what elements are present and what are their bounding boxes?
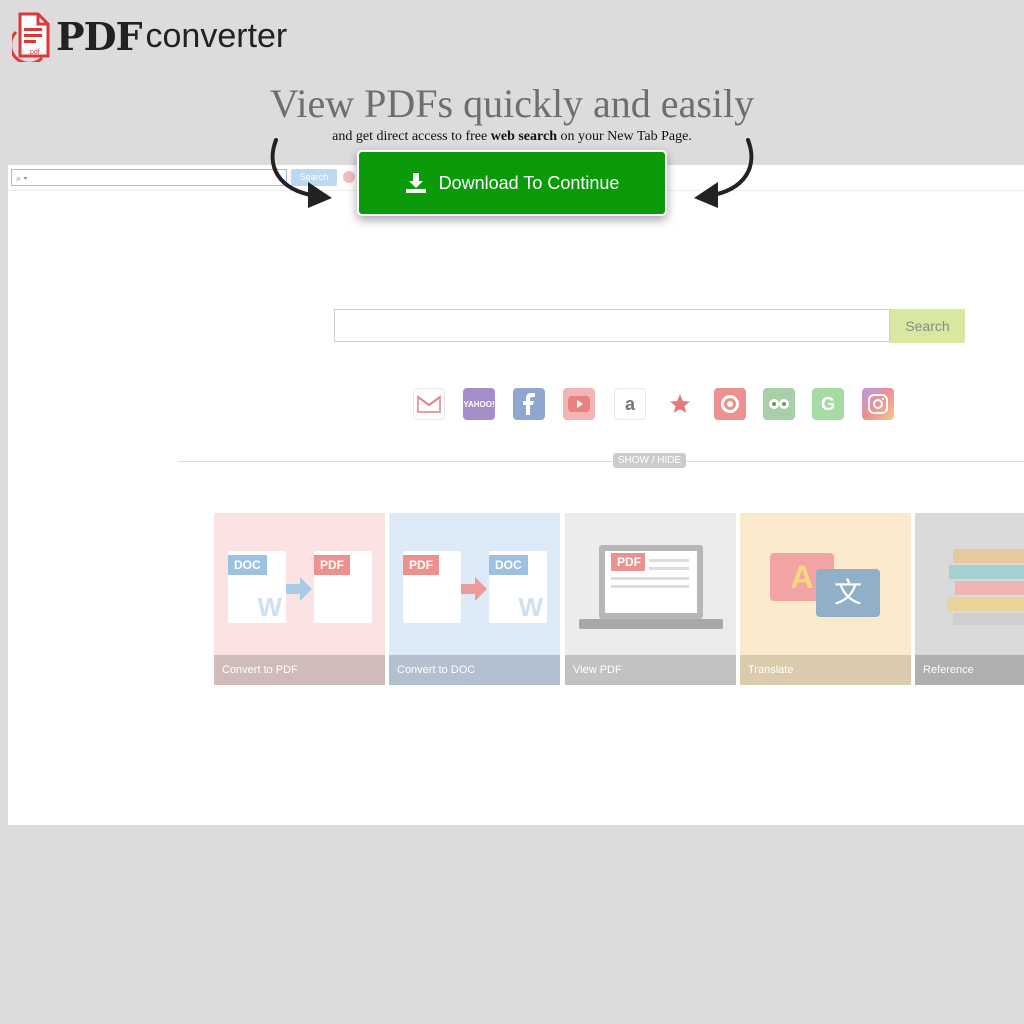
facebook-icon[interactable] — [513, 388, 545, 420]
pdf-tag: PDF — [617, 555, 641, 569]
subline-bold: web search — [490, 129, 557, 144]
browser-preview: ⌕ ▾ Search Search YAHOO! a G SHOW / HIDE… — [8, 165, 1024, 825]
instagram-icon[interactable] — [862, 388, 894, 420]
pdf-file-icon: PDF — [403, 551, 461, 623]
subline-post: on your New Tab Page. — [556, 129, 692, 144]
logo-converter-text: converter — [145, 16, 288, 55]
pdf-tag: PDF — [403, 555, 439, 575]
curved-arrow-left-icon — [270, 138, 332, 208]
pdf-tag: PDF — [314, 555, 350, 575]
download-to-continue-button[interactable]: Download To Continue — [357, 150, 667, 216]
pdf-document-icon: .pdf — [9, 10, 54, 65]
tile-convert-to-pdf[interactable]: DOC W PDF Convert to PDF — [214, 513, 385, 685]
doc-file-icon: DOC W — [489, 551, 547, 623]
word-letter: W — [518, 592, 543, 622]
tile-label: View PDF — [565, 655, 736, 685]
arrow-right-icon — [286, 577, 312, 601]
tile-reference[interactable]: Reference — [915, 513, 1024, 685]
toolbar-search-input[interactable]: ⌕ ▾ — [11, 169, 287, 186]
subline-pre: and get direct access to free — [332, 129, 491, 144]
logo: .pdf PDF converter — [9, 10, 288, 65]
doc-file-icon: DOC W — [228, 551, 286, 623]
download-button-label: Download To Continue — [438, 172, 620, 193]
subline: and get direct access to free web search… — [0, 129, 1024, 145]
tile-label: Convert to DOC — [389, 655, 560, 685]
svg-text:.pdf: .pdf — [28, 49, 40, 56]
grammarly-icon[interactable]: G — [812, 388, 844, 420]
laptop-icon — [579, 545, 723, 629]
download-icon — [405, 173, 426, 193]
youtube-icon[interactable] — [563, 388, 595, 420]
tripadvisor-icon[interactable] — [763, 388, 795, 420]
tile-convert-to-doc[interactable]: PDF DOC W Convert to DOC — [389, 513, 560, 685]
tile-view-pdf[interactable]: PDF View PDF — [565, 513, 736, 685]
word-letter: W — [257, 592, 282, 622]
macys-icon[interactable] — [664, 388, 696, 420]
toolbar-pdf-icon[interactable] — [343, 171, 355, 183]
books-icon — [947, 549, 1024, 625]
main-search-button[interactable]: Search — [890, 309, 965, 343]
translate-bubble-zh: 文 — [816, 569, 880, 617]
main-search-input[interactable] — [334, 309, 890, 342]
headline: View PDFs quickly and easily — [269, 81, 755, 126]
amazon-icon[interactable]: a — [614, 388, 646, 420]
tile-label: Translate — [740, 655, 911, 685]
curved-arrow-right-icon — [694, 138, 754, 208]
doc-tag: DOC — [489, 555, 528, 575]
arrow-right-icon — [461, 577, 487, 601]
pdf-file-icon: PDF — [314, 551, 372, 623]
tile-label: Convert to PDF — [214, 655, 385, 685]
gmail-icon[interactable] — [413, 388, 445, 420]
doc-tag: DOC — [228, 555, 267, 575]
logo-pdf-text: PDF — [56, 13, 143, 59]
tile-label: Reference — [915, 655, 1024, 685]
target-icon[interactable] — [714, 388, 746, 420]
yahoo-icon[interactable]: YAHOO! — [463, 388, 495, 420]
divider — [178, 461, 1024, 462]
tile-translate[interactable]: A 文 Translate — [740, 513, 911, 685]
show-hide-toggle[interactable]: SHOW / HIDE — [613, 453, 686, 468]
